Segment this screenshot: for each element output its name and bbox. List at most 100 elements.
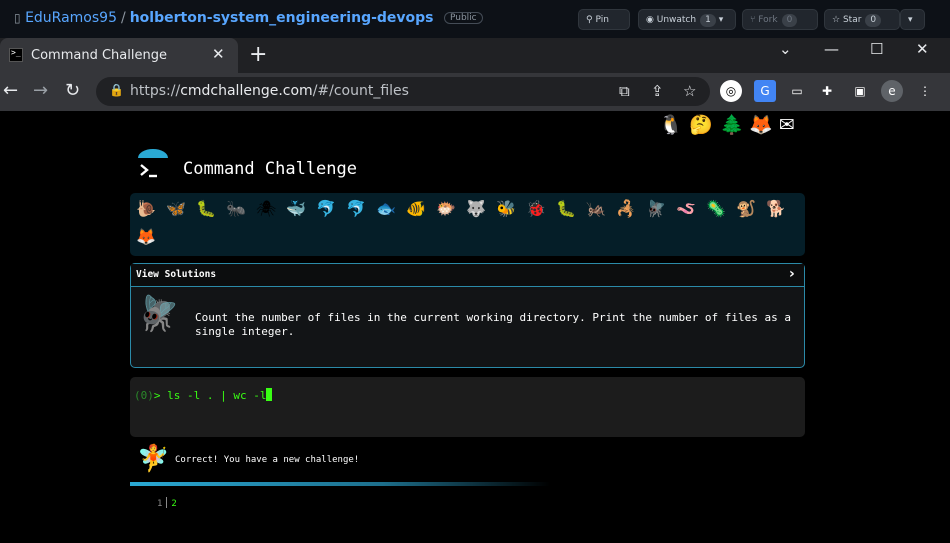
sidepanel-icon[interactable]: ▣ xyxy=(849,80,871,102)
challenge-description: Count the number of files in the current… xyxy=(195,311,792,338)
star-outline-icon: ☆ xyxy=(832,15,841,25)
repo-breadcrumb: ▯ EduRamos95/holberton-system_engineerin… xyxy=(14,10,483,26)
result-message: Correct! You have a new challenge! xyxy=(175,455,360,465)
fox-icon[interactable]: 🦊 xyxy=(136,227,156,247)
command-output: 12 xyxy=(157,497,177,509)
pin-icon: ⚲ xyxy=(586,15,593,25)
puzzle-extensions-icon[interactable]: ✚ xyxy=(816,80,838,102)
snail-icon[interactable]: 🐌 xyxy=(136,199,156,219)
wolf-icon[interactable]: 🐺 xyxy=(466,199,486,219)
fly-icon: 🪰 xyxy=(137,294,180,334)
fork-icon: ⑂ xyxy=(750,15,756,25)
cricket-icon[interactable]: 🦗 xyxy=(586,199,606,219)
thinking-face-icon[interactable]: 🤔 xyxy=(689,114,713,136)
repo-name-link[interactable]: holberton-system_engineering-devops xyxy=(130,10,434,26)
terminal-input[interactable]: (0)> ls -l . | wc -l xyxy=(130,377,805,437)
translate-icon[interactable]: ⧉ xyxy=(619,82,630,100)
bee-icon[interactable]: 🐝 xyxy=(496,199,516,219)
url-scheme: https:// xyxy=(130,83,181,99)
microbe-icon[interactable]: 🦠 xyxy=(706,199,726,219)
google-translate-extension-icon[interactable]: G xyxy=(754,80,776,102)
url-path: /#/count_files xyxy=(312,83,409,99)
challenge-card: View Solutions › 🪰 Count the number of f… xyxy=(130,263,805,368)
eye-icon: ◉ xyxy=(646,15,654,25)
unwatch-label: Unwatch xyxy=(656,15,697,25)
maximize-button[interactable]: ☐ xyxy=(870,40,883,58)
tab-search-icon[interactable]: ⌄ xyxy=(779,40,792,58)
ladybug-icon[interactable]: 🐞 xyxy=(526,199,546,219)
worm-icon[interactable]: 🪱 xyxy=(676,199,696,219)
exit-status: (0) xyxy=(134,389,154,402)
prompt-symbol: > xyxy=(153,389,161,402)
address-bar[interactable]: 🔒 https://cmdchallenge.com/#/count_files xyxy=(96,77,710,106)
repo-icon: ▯ xyxy=(14,11,21,25)
output-value: 2 xyxy=(171,499,177,509)
tree-icon[interactable]: 🌲 xyxy=(720,114,744,136)
tab-close-icon[interactable]: ✕ xyxy=(212,45,225,63)
bookmark-star-icon[interactable]: ☆ xyxy=(683,82,696,100)
fairy-avatar-icon: 🧚 xyxy=(137,444,170,474)
bug-icon[interactable]: 🐛 xyxy=(556,199,576,219)
terminal-line[interactable]: (0)> ls -l . | wc -l xyxy=(134,388,273,402)
repo-owner-link[interactable]: EduRamos95 xyxy=(25,10,117,26)
fly-icon[interactable]: 🪰 xyxy=(646,199,666,219)
tropical-fish-icon[interactable]: 🐠 xyxy=(406,199,426,219)
menu-dots-icon[interactable]: ⋮ xyxy=(914,80,936,102)
page-title: Command Challenge xyxy=(183,159,357,179)
monkey-icon[interactable]: 🐒 xyxy=(736,199,756,219)
close-window-button[interactable]: ✕ xyxy=(916,40,929,58)
caterpillar-icon[interactable]: 🐛 xyxy=(196,199,216,219)
share-icon[interactable]: ⇪ xyxy=(651,82,664,100)
command-text: ls -l . | wc -l xyxy=(167,389,267,402)
view-solutions-label: View Solutions xyxy=(136,269,217,280)
linux-penguin-icon[interactable]: 🐧 xyxy=(659,114,683,136)
star-button[interactable]: ☆ Star 0 xyxy=(824,9,900,30)
pin-label: Pin xyxy=(595,15,609,25)
challenge-progress-animals: 🐌 🦋 🐛 🐜 🕷 🐳 🐬 🐬 🐟 🐠 🐡 🐺 🐝 🐞 🐛 🦗 🦂 🪰 🪱 🦠 🐒 🐕 🦊 xyxy=(130,193,805,256)
github-header: ▯ EduRamos95/holberton-system_engineerin… xyxy=(0,0,950,38)
reload-icon[interactable]: ↻ xyxy=(65,80,80,101)
fork-label: Fork xyxy=(758,15,778,25)
minimize-button[interactable]: — xyxy=(824,40,839,58)
browser-tab[interactable]: Command Challenge ✕ xyxy=(0,38,238,73)
profile-avatar[interactable]: e xyxy=(881,80,903,102)
url-text[interactable]: https://cmdchallenge.com/#/count_files xyxy=(130,83,409,99)
dog-icon[interactable]: 🐕 xyxy=(766,199,786,219)
back-arrow-icon[interactable]: ← xyxy=(3,80,18,101)
fork-button[interactable]: ⑂ Fork 0 xyxy=(742,9,818,30)
output-line-number: 1 xyxy=(157,499,163,509)
audio-extension-icon[interactable]: ◎ xyxy=(720,80,742,102)
blowfish-icon[interactable]: 🐡 xyxy=(436,199,456,219)
visibility-badge: Public xyxy=(443,12,483,24)
fork-count: 0 xyxy=(781,14,798,27)
pin-button[interactable]: ⚲ Pin xyxy=(578,9,630,30)
star-count: 0 xyxy=(865,14,882,27)
spider-icon[interactable]: 🕷 xyxy=(256,199,276,219)
view-solutions-header[interactable]: View Solutions › xyxy=(131,264,804,287)
star-dropdown-button[interactable]: ▾ xyxy=(900,9,925,30)
output-gutter xyxy=(166,497,168,508)
fish-icon[interactable]: 🐟 xyxy=(376,199,396,219)
butterfly-icon[interactable]: 🦋 xyxy=(166,199,186,219)
cast-extension-icon[interactable]: ▭ xyxy=(786,80,808,102)
url-host: cmdchallenge.com xyxy=(180,83,313,99)
breadcrumb-separator: / xyxy=(120,10,126,26)
lock-icon[interactable]: 🔒 xyxy=(109,83,124,97)
whale-icon[interactable]: 🐳 xyxy=(286,199,306,219)
new-tab-button[interactable]: + xyxy=(249,42,267,67)
terminal-favicon-icon xyxy=(9,48,23,62)
ant-icon[interactable]: 🐜 xyxy=(226,199,246,219)
forward-arrow-icon[interactable]: → xyxy=(33,80,48,101)
unwatch-button[interactable]: ◉ Unwatch 1 ▾ xyxy=(638,9,736,30)
progress-divider xyxy=(130,482,550,486)
chevron-right-icon[interactable]: › xyxy=(789,266,795,282)
star-label: Star xyxy=(842,15,862,25)
dolphin-icon[interactable]: 🐬 xyxy=(346,199,366,219)
tab-title: Command Challenge xyxy=(31,48,167,63)
terminal-cursor xyxy=(266,388,273,401)
scorpion-icon[interactable]: 🦂 xyxy=(616,199,636,219)
dolphin-icon[interactable]: 🐬 xyxy=(316,199,336,219)
unwatch-count: 1 xyxy=(700,14,716,27)
mail-envelope-icon[interactable]: ✉ xyxy=(779,114,795,136)
gitlab-fox-icon[interactable]: 🦊 xyxy=(749,114,773,136)
